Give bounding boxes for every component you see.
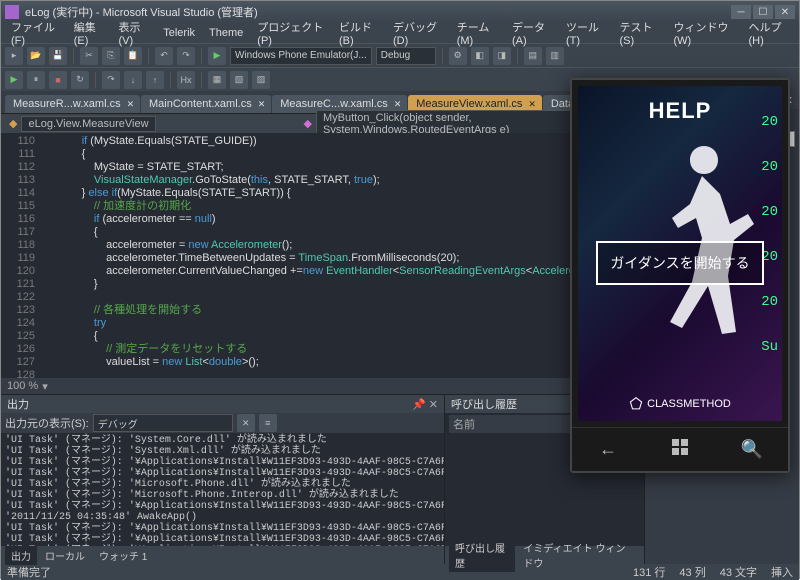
namespace-dropdown[interactable]: eLog.View.MeasureView	[21, 116, 155, 132]
hex-icon[interactable]: Hx	[177, 71, 195, 89]
menu-item[interactable]: ツール(T)	[560, 17, 611, 49]
tool-icon-4[interactable]: ▤	[524, 47, 542, 65]
save-icon[interactable]: 💾	[49, 47, 67, 65]
wrap-icon[interactable]: ≡	[259, 414, 277, 432]
output-text[interactable]: 'UI Task' (マネージ): 'System.Core.dll' が読み込…	[1, 433, 444, 546]
run-icon[interactable]: ▶	[208, 47, 226, 65]
menu-item[interactable]: ビルド(B)	[333, 17, 385, 49]
year-label: 20	[761, 114, 778, 130]
tool-icon-5[interactable]: ▥	[546, 47, 564, 65]
step-into-icon[interactable]: ↓	[124, 71, 142, 89]
windows-icon[interactable]	[668, 437, 692, 462]
panel-tab[interactable]: ウォッチ 1	[93, 546, 153, 565]
tab-close-icon[interactable]: ✕	[258, 99, 266, 110]
phone-emulator[interactable]: HELP 2020202020Su ガイダンスを開始する CLASSMETHOD…	[570, 78, 790, 473]
panel-tab[interactable]: 呼び出し履歴	[449, 538, 515, 572]
tool-a-icon[interactable]: ▦	[208, 71, 226, 89]
tool-icon-3[interactable]: ◨	[493, 47, 511, 65]
type-icon: ◆	[9, 117, 17, 130]
config-select[interactable]: Debug	[376, 47, 436, 65]
code-editor[interactable]: 1101111121131141151161171181191201211221…	[1, 133, 644, 378]
menu-item[interactable]: Theme	[203, 25, 249, 41]
menu-item[interactable]: データ(A)	[506, 17, 558, 49]
paste-icon[interactable]: 📋	[124, 47, 142, 65]
tab-close-icon[interactable]: ✕	[528, 99, 536, 110]
search-icon[interactable]: 🔍	[740, 439, 764, 460]
menu-bar: ファイル(F)編集(E)表示(V)TelerikThemeプロジェクト(P)ビル…	[1, 23, 799, 43]
output-source-label: 出力元の表示(S):	[5, 415, 89, 431]
menu-item[interactable]: 編集(E)	[68, 17, 111, 49]
redo-icon[interactable]: ↷	[177, 47, 195, 65]
editor-tab[interactable]: MainContent.xaml.cs✕	[141, 95, 271, 113]
menu-item[interactable]: ウィンドウ(W)	[667, 17, 740, 49]
status-ch: 43 文字	[720, 564, 757, 580]
step-out-icon[interactable]: ↑	[146, 71, 164, 89]
undo-icon[interactable]: ↶	[155, 47, 173, 65]
menu-item[interactable]: ファイル(F)	[5, 17, 66, 49]
tool-c-icon[interactable]: ▨	[252, 71, 270, 89]
editor-zoom[interactable]: 100 % ▾ ◂	[1, 378, 644, 394]
panel-tab[interactable]: 出力	[5, 546, 37, 565]
callstack-tabs: 呼び出し履歴イミディエイト ウィンドウ	[445, 546, 644, 564]
editor-tab[interactable]: MeasureR...w.xaml.cs✕	[5, 95, 140, 113]
app-title: HELP	[578, 98, 782, 124]
copy-icon[interactable]: ⎘	[102, 47, 120, 65]
open-icon[interactable]: 📂	[27, 47, 45, 65]
tab-close-icon[interactable]: ✕	[127, 99, 135, 110]
menu-item[interactable]: テスト(S)	[613, 17, 665, 49]
status-line: 131 行	[633, 564, 665, 580]
output-panel: 出力 📌 ✕ 出力元の表示(S): デバッグ ✕ ≡ 'UI Task' (マネ…	[1, 395, 444, 564]
tool-b-icon[interactable]: ▧	[230, 71, 248, 89]
menu-item[interactable]: Telerik	[157, 25, 201, 41]
output-title: 出力	[7, 396, 29, 412]
panel-tab[interactable]: イミディエイト ウィンドウ	[517, 538, 640, 572]
year-label: Su	[761, 339, 778, 355]
status-col: 43 列	[679, 564, 705, 580]
output-source-select[interactable]: デバッグ	[93, 414, 233, 432]
callstack-title: 呼び出し履歴	[451, 396, 517, 412]
tool-icon[interactable]: ⚙	[449, 47, 467, 65]
tool-icon-2[interactable]: ◧	[471, 47, 489, 65]
continue-icon[interactable]: ▶	[5, 71, 23, 89]
status-bar: 準備完了 131 行 43 列 43 文字 挿入	[1, 564, 799, 580]
phone-screen[interactable]: HELP 2020202020Su ガイダンスを開始する CLASSMETHOD	[578, 86, 782, 421]
restart-icon[interactable]: ↻	[71, 71, 89, 89]
emulator-select[interactable]: Windows Phone Emulator(J...	[230, 47, 372, 65]
cut-icon[interactable]: ✂	[80, 47, 98, 65]
dancer-silhouette	[644, 136, 764, 336]
phone-softkeys: ← 🔍	[572, 427, 788, 471]
pin-icon[interactable]: 📌	[412, 399, 426, 411]
classmethod-logo: CLASSMETHOD	[578, 397, 782, 411]
status-ins: 挿入	[771, 564, 793, 580]
back-icon[interactable]: ←	[596, 439, 620, 460]
member-icon: ◆	[304, 117, 312, 130]
navigation-bar: ◆ eLog.View.MeasureView ◆ MyButton_Click…	[1, 113, 644, 133]
tab-close-icon[interactable]: ✕	[394, 99, 402, 110]
panel-close-icon[interactable]: ✕	[429, 399, 438, 411]
clear-icon[interactable]: ✕	[237, 414, 255, 432]
menu-item[interactable]: ヘルプ(H)	[742, 17, 795, 49]
pause-icon[interactable]: ⏸	[27, 71, 45, 89]
step-over-icon[interactable]: ↷	[102, 71, 120, 89]
code-area[interactable]: if (MyState.Equals(STATE_GUIDE)) { MySta…	[41, 133, 644, 378]
menu-item[interactable]: チーム(M)	[451, 17, 504, 49]
output-tabs: 出力ローカルウォッチ 1	[1, 546, 444, 564]
stop-icon[interactable]: ■	[49, 71, 67, 89]
menu-item[interactable]: 表示(V)	[112, 17, 155, 49]
new-icon[interactable]: ▸	[5, 47, 23, 65]
line-gutter: 1101111121131141151161171181191201211221…	[1, 133, 41, 378]
menu-item[interactable]: デバッグ(D)	[387, 17, 449, 49]
start-guidance-button[interactable]: ガイダンスを開始する	[596, 241, 764, 285]
status-left: 準備完了	[7, 564, 51, 580]
menu-item[interactable]: プロジェクト(P)	[251, 17, 331, 49]
panel-tab[interactable]: ローカル	[39, 546, 91, 565]
